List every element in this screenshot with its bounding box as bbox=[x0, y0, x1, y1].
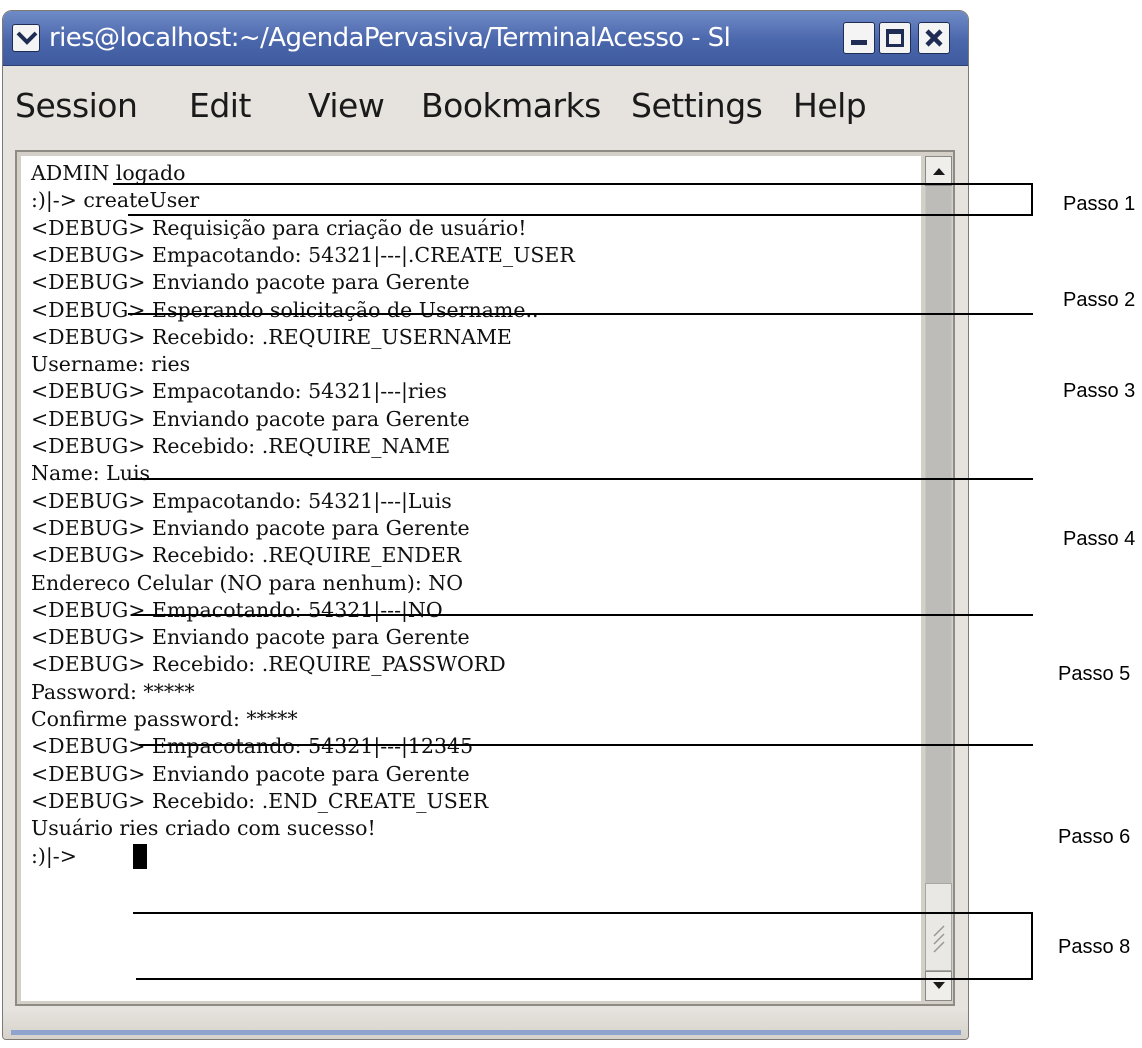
terminal-window: ries@localhost:~/AgendaPervasiva/Termina… bbox=[2, 10, 969, 1040]
scroll-thumb[interactable] bbox=[926, 186, 951, 886]
maximize-button[interactable] bbox=[879, 22, 911, 54]
terminal-line: <DEBUG> Esperando solicitação de Usernam… bbox=[31, 297, 539, 322]
annotation-line bbox=[133, 912, 1033, 914]
annotation-bracket bbox=[1031, 183, 1033, 216]
minimize-button[interactable] bbox=[843, 22, 875, 54]
scroll-up-button[interactable] bbox=[925, 156, 952, 186]
terminal-line: <DEBUG> Enviando pacote para Gerente bbox=[31, 270, 470, 295]
terminal-frame: ADMIN logado:)|-> createUser <DEBUG> Requ… bbox=[15, 150, 955, 1006]
terminal-line: Username: ries bbox=[31, 352, 191, 377]
menu-session[interactable]: Session bbox=[15, 84, 138, 128]
step-label: Passo 5 bbox=[1058, 663, 1131, 685]
text-cursor bbox=[133, 843, 147, 869]
terminal-line: <DEBUG> Recebido: .REQUIRE_NAME bbox=[31, 434, 451, 458]
menu-bookmarks[interactable]: Bookmarks bbox=[421, 84, 601, 128]
terminal-line: <DEBUG> Enviando pacote para Gerente bbox=[31, 406, 470, 431]
window-bottom-accent bbox=[11, 1030, 961, 1035]
terminal-line: <DEBUG> Empacotando: 54321|---|12345 bbox=[31, 734, 474, 759]
grip-icon bbox=[933, 925, 945, 953]
terminal-line: Name: Luis bbox=[31, 461, 151, 486]
terminal-line: <DEBUG> Requisição para criação de usuár… bbox=[31, 215, 527, 240]
menu-settings[interactable]: Settings bbox=[631, 84, 763, 128]
step-label: Passo 3 bbox=[1063, 380, 1136, 402]
window-bottom-border bbox=[3, 1009, 968, 1039]
chevron-down-icon bbox=[16, 31, 38, 45]
terminal-line: <DEBUG> Enviando pacote para Gerente bbox=[31, 761, 470, 786]
menu-help[interactable]: Help bbox=[793, 84, 867, 128]
terminal-line: Endereco Celular (NO para nenhum): NO bbox=[31, 570, 464, 595]
terminal-line: <DEBUG> Empacotando: 54321|---|.CREATE_U… bbox=[31, 242, 575, 267]
annotation-line bbox=[131, 614, 1033, 616]
close-button[interactable] bbox=[918, 22, 950, 54]
step-label: Passo 1 bbox=[1063, 193, 1136, 215]
terminal-line: <DEBUG> Recebido: .REQUIRE_USERNAME bbox=[31, 324, 512, 349]
terminal-line: <DEBUG> Recebido: .REQUIRE_PASSWORD bbox=[31, 652, 506, 677]
terminal-line: <DEBUG> Empacotando: 54321|---|ries bbox=[31, 379, 447, 404]
terminal-line: <DEBUG> Enviando pacote para Gerente bbox=[31, 625, 470, 650]
annotation-line bbox=[128, 313, 1033, 315]
terminal-line: <DEBUG> Enviando pacote para Gerente bbox=[31, 515, 470, 540]
terminal-line: :)|-> bbox=[31, 843, 84, 868]
scroll-down-button[interactable] bbox=[925, 971, 952, 1001]
arrow-up-icon bbox=[933, 168, 945, 175]
menu-bar: Session Edit View Bookmarks Settings Hel… bbox=[3, 66, 968, 150]
vertical-scrollbar[interactable] bbox=[925, 156, 952, 1001]
annotation-line bbox=[136, 978, 1033, 980]
window-menu-button[interactable] bbox=[12, 24, 40, 52]
arrow-down-icon bbox=[933, 982, 945, 989]
scroll-track[interactable] bbox=[925, 883, 952, 971]
menu-edit[interactable]: Edit bbox=[189, 84, 251, 128]
minimize-icon bbox=[851, 40, 867, 45]
step-label: Passo 8 bbox=[1058, 936, 1131, 958]
terminal-line: <DEBUG> Recebido: .END_CREATE_USER bbox=[31, 788, 489, 813]
menu-view[interactable]: View bbox=[308, 84, 385, 128]
maximize-icon bbox=[886, 29, 904, 47]
terminal-line: Password: ***** bbox=[31, 679, 195, 704]
terminal-line: Confirme password: ***** bbox=[31, 707, 298, 731]
window-title: ries@localhost:~/AgendaPervasiva/Termina… bbox=[49, 23, 731, 53]
terminal-line: :)|-> createUser bbox=[31, 188, 200, 213]
terminal-line: <DEBUG> Recebido: .REQUIRE_ENDER bbox=[31, 543, 462, 568]
step-label: Passo 2 bbox=[1063, 289, 1136, 311]
annotation-line bbox=[131, 478, 1033, 480]
step-label: Passo 6 bbox=[1058, 826, 1131, 848]
terminal-line: Usuário ries criado com sucesso! bbox=[31, 816, 376, 841]
terminal-line: <DEBUG> Empacotando: 54321|---|Luis bbox=[31, 488, 452, 513]
step-label: Passo 4 bbox=[1063, 528, 1136, 550]
annotation-line bbox=[113, 183, 1033, 185]
terminal-line: <DEBUG> Empacotando: 54321|---|NO bbox=[31, 597, 443, 622]
annotation-line bbox=[128, 214, 1033, 216]
annotation-bracket bbox=[1031, 912, 1033, 980]
close-icon bbox=[925, 29, 943, 47]
annotation-line bbox=[139, 744, 1033, 746]
terminal-output[interactable]: ADMIN logado:)|-> createUser <DEBUG> Requ… bbox=[21, 156, 921, 1001]
title-bar[interactable]: ries@localhost:~/AgendaPervasiva/Termina… bbox=[3, 11, 968, 66]
